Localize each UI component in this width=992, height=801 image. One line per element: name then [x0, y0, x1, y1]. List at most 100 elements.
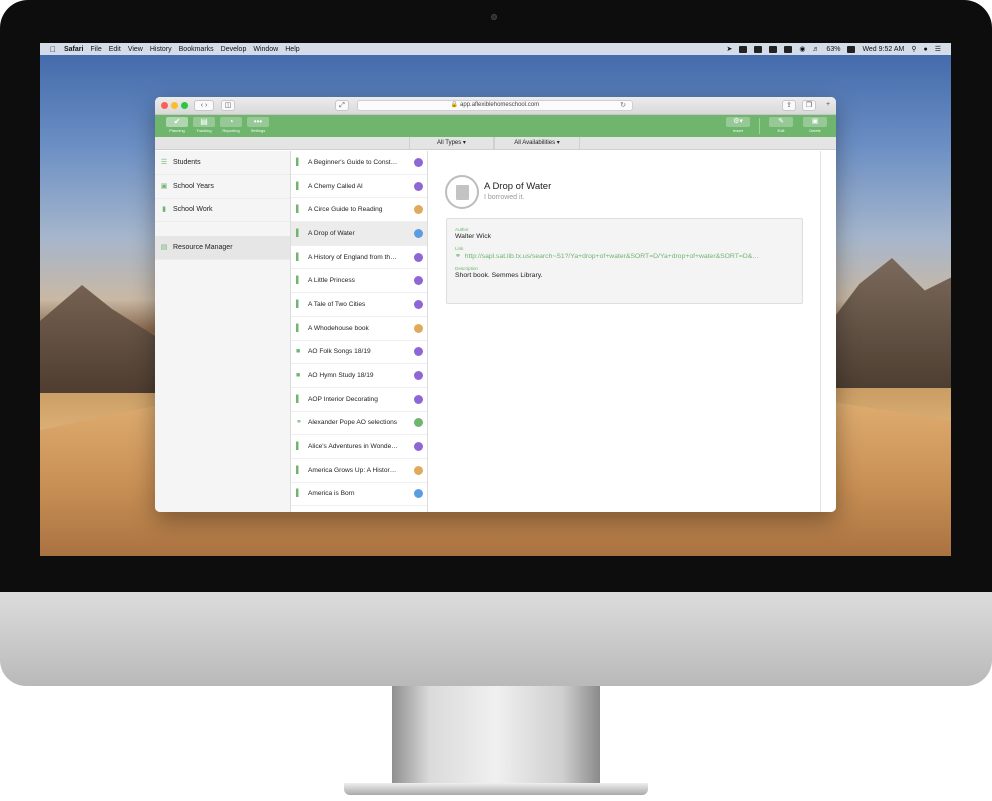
resource-list-item[interactable]: ▌ A Drop of Water: [291, 222, 427, 246]
resource-list-item[interactable]: ⚭ Alexander Pope AO selections: [291, 412, 427, 436]
tabs-icon[interactable]: ❐: [802, 100, 816, 111]
resource-list-item-title: A Chemy Called Al: [308, 182, 363, 190]
resource-status-badge: [414, 252, 423, 262]
resource-list-item-title: America is Born: [308, 490, 355, 498]
sync-icon[interactable]: [769, 45, 778, 53]
spotlight-icon[interactable]: ⚲: [911, 45, 916, 53]
author-label: Author: [455, 227, 469, 232]
tab-settings[interactable]: ••• Settings: [245, 117, 271, 135]
location-icon[interactable]: ➤: [726, 45, 732, 53]
sidebar-item-school-years[interactable]: ▣ School Years: [155, 175, 290, 199]
book-icon: ▌: [296, 466, 301, 474]
resource-list-item[interactable]: ▌ A Tale of Two Cities: [291, 293, 427, 317]
insert-button[interactable]: ⚙▾ Insert: [725, 117, 751, 134]
resource-list-item[interactable]: ▌ A Circe Guide to Reading: [291, 198, 427, 223]
edit-button[interactable]: ✎ Edit: [768, 117, 794, 134]
menu-history[interactable]: History: [150, 46, 172, 53]
resource-status-badge: [414, 442, 423, 452]
resource-status-badge: [414, 465, 423, 475]
camera-icon: [491, 14, 497, 20]
book-icon: ▮: [162, 206, 166, 214]
sidebar-item-school-work[interactable]: ▮ School Work: [155, 199, 290, 223]
menu-file[interactable]: File: [90, 46, 101, 53]
app-content: ☰ Students ▣ School Years ▮ School Work …: [155, 151, 836, 512]
resource-list-item-title: A Drop of Water: [308, 229, 355, 237]
menu-clock[interactable]: Wed 9:52 AM: [862, 46, 904, 53]
battery-icon[interactable]: [847, 45, 856, 53]
resource-link[interactable]: ⚭ http://sapl.sat.lib.tx.us/search~S1?/Ya…: [455, 252, 794, 260]
share-icon[interactable]: ⇪: [782, 100, 796, 111]
notification-center-icon[interactable]: ☰: [935, 45, 941, 53]
display-icon[interactable]: [754, 45, 763, 53]
apple-icon[interactable]: : [50, 45, 56, 54]
fullscreen-icon[interactable]: ⤢: [335, 100, 349, 111]
resource-list-item[interactable]: ▌ A History of England from th…: [291, 246, 427, 270]
menu-edit[interactable]: Edit: [109, 46, 121, 53]
resource-list-item-title: AO Folk Songs 18/19: [308, 348, 371, 356]
chart-icon: ▤: [193, 117, 215, 127]
type-filter-dropdown[interactable]: All Types ▾: [409, 137, 494, 150]
volume-icon[interactable]: ♬: [812, 46, 819, 53]
resource-list-item-title: A Circe Guide to Reading: [308, 206, 383, 214]
resource-list-item[interactable]: ▌ Alice's Adventures in Wonde…: [291, 435, 427, 459]
delete-button[interactable]: ▣ Delete: [802, 117, 828, 134]
resource-list-item[interactable]: ▌ A Whodehouse book: [291, 317, 427, 341]
menu-help[interactable]: Help: [285, 46, 299, 53]
battery-percent[interactable]: 63%: [826, 46, 840, 53]
sidebar-toggle-icon[interactable]: ◫: [221, 100, 235, 111]
link-icon: ⚭: [296, 419, 302, 427]
menu-develop[interactable]: Develop: [221, 46, 247, 53]
resource-title: A Drop of Water: [484, 181, 552, 192]
sidebar-item-resource-manager[interactable]: ▤ Resource Manager: [155, 236, 290, 261]
resource-status-badge: [414, 228, 423, 238]
resource-list-item[interactable]: ▌ A Beginner's Guide to Const…: [291, 151, 427, 175]
resource-status-badge: [414, 276, 423, 286]
airplay-icon[interactable]: [784, 45, 793, 53]
desktop-mountain-right: [820, 258, 951, 388]
menu-bar:  Safari File Edit View History Bookmark…: [40, 43, 951, 55]
zoom-window-button[interactable]: [181, 102, 188, 109]
resource-list-item-title: A Tale of Two Cities: [308, 300, 366, 308]
resource-status-badge: [414, 157, 423, 167]
resource-detail: A Drop of Water I borrowed it. Author Wa…: [428, 151, 836, 512]
menu-view[interactable]: View: [128, 46, 143, 53]
book-icon: ▌: [296, 158, 301, 166]
sidebar-item-students[interactable]: ☰ Students: [155, 151, 290, 175]
resource-list-item[interactable]: ▌ A Chemy Called Al: [291, 175, 427, 199]
resource-list-item[interactable]: ■ AO Folk Songs 18/19: [291, 341, 427, 365]
resource-list-item-title: America Grows Up: A Histor…: [308, 466, 397, 474]
new-tab-icon[interactable]: +: [822, 100, 834, 111]
resource-list-item[interactable]: ▌ America is Born: [291, 483, 427, 507]
availability-filter-dropdown[interactable]: All Availabilities ▾: [494, 137, 580, 150]
resource-list-item-title: A History of England from th…: [308, 253, 397, 261]
insert-gear-icon: ⚙▾: [726, 117, 750, 127]
close-window-button[interactable]: [161, 102, 168, 109]
desktop-mountain-left: [40, 285, 160, 393]
tab-tracking[interactable]: ▤ Tracking: [191, 117, 217, 135]
book-icon: ▌: [296, 490, 301, 498]
resource-list-item[interactable]: ▌ A Little Princess: [291, 269, 427, 294]
video-icon: ■: [296, 348, 301, 356]
address-bar[interactable]: 🔒 app.aflexiblehomeschool.com ↻: [357, 100, 633, 111]
menu-window[interactable]: Window: [253, 46, 278, 53]
wifi-icon[interactable]: ◉: [799, 45, 805, 53]
reload-icon[interactable]: ↻: [620, 101, 626, 110]
book-icon: ▌: [296, 277, 301, 285]
tab-reporting[interactable]: ◔ Reporting: [218, 117, 244, 135]
status-app-icon[interactable]: [739, 45, 748, 53]
siri-icon[interactable]: ●: [923, 46, 927, 53]
menu-safari[interactable]: Safari: [64, 46, 83, 53]
minimize-window-button[interactable]: [171, 102, 178, 109]
tab-planning[interactable]: ✔ Planning: [164, 117, 190, 135]
link-label: Link: [455, 246, 464, 251]
resource-list-item[interactable]: ■ AO Hymn Study 18/19: [291, 364, 427, 388]
menu-bookmarks[interactable]: Bookmarks: [179, 46, 214, 53]
resource-list-item[interactable]: ▌ America Grows Up: A Histor…: [291, 459, 427, 483]
calendar-icon: ▣: [160, 182, 168, 190]
resource-list-item-title: Alice's Adventures in Wonde…: [308, 443, 398, 451]
resource-status-badge: [414, 418, 423, 428]
resource-status-badge: [414, 323, 423, 333]
back-forward-buttons[interactable]: ‹ ›: [194, 100, 214, 111]
main-nav: ✔ Planning ▤ Tracking ◔ Reporting ••• Se…: [164, 117, 271, 135]
resource-list-item[interactable]: ▌ AOP Interior Decorating: [291, 388, 427, 412]
